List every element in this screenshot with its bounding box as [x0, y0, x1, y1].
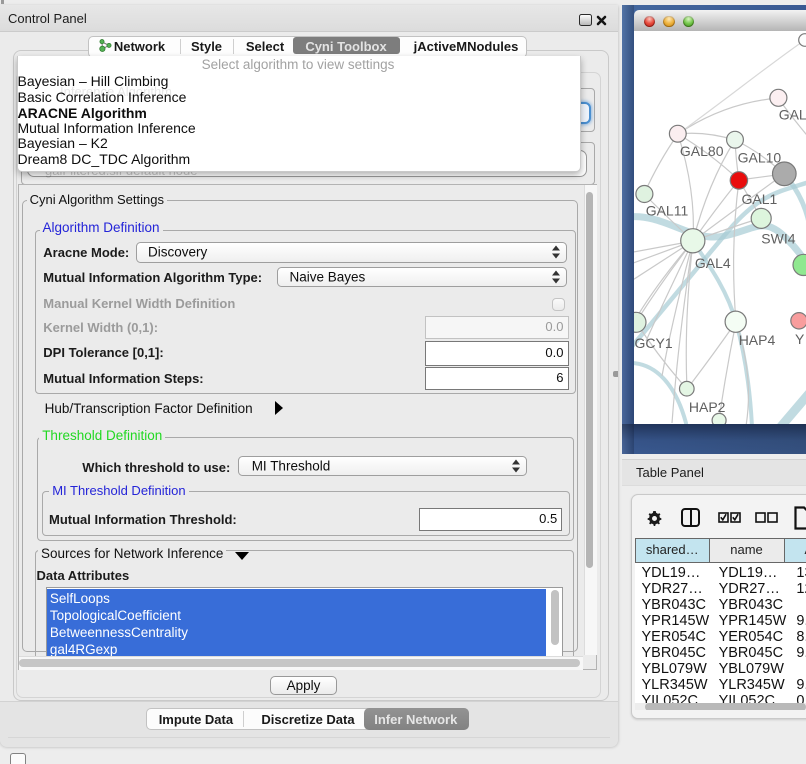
svg-text:GAL10: GAL10: [738, 150, 782, 166]
svg-text:GAL80: GAL80: [680, 143, 724, 159]
svg-text:GAL80: GAL80: [779, 107, 806, 123]
svg-text:HAP2: HAP2: [689, 399, 726, 415]
svg-text:Y: Y: [795, 331, 805, 347]
svg-text:HAP4: HAP4: [739, 332, 776, 348]
svg-text:SWI4: SWI4: [761, 231, 795, 247]
svg-text:GAL4: GAL4: [695, 255, 731, 271]
svg-text:GAL1: GAL1: [742, 191, 778, 207]
svg-text:GCY1: GCY1: [635, 335, 673, 351]
svg-text:GAL11: GAL11: [646, 203, 689, 219]
